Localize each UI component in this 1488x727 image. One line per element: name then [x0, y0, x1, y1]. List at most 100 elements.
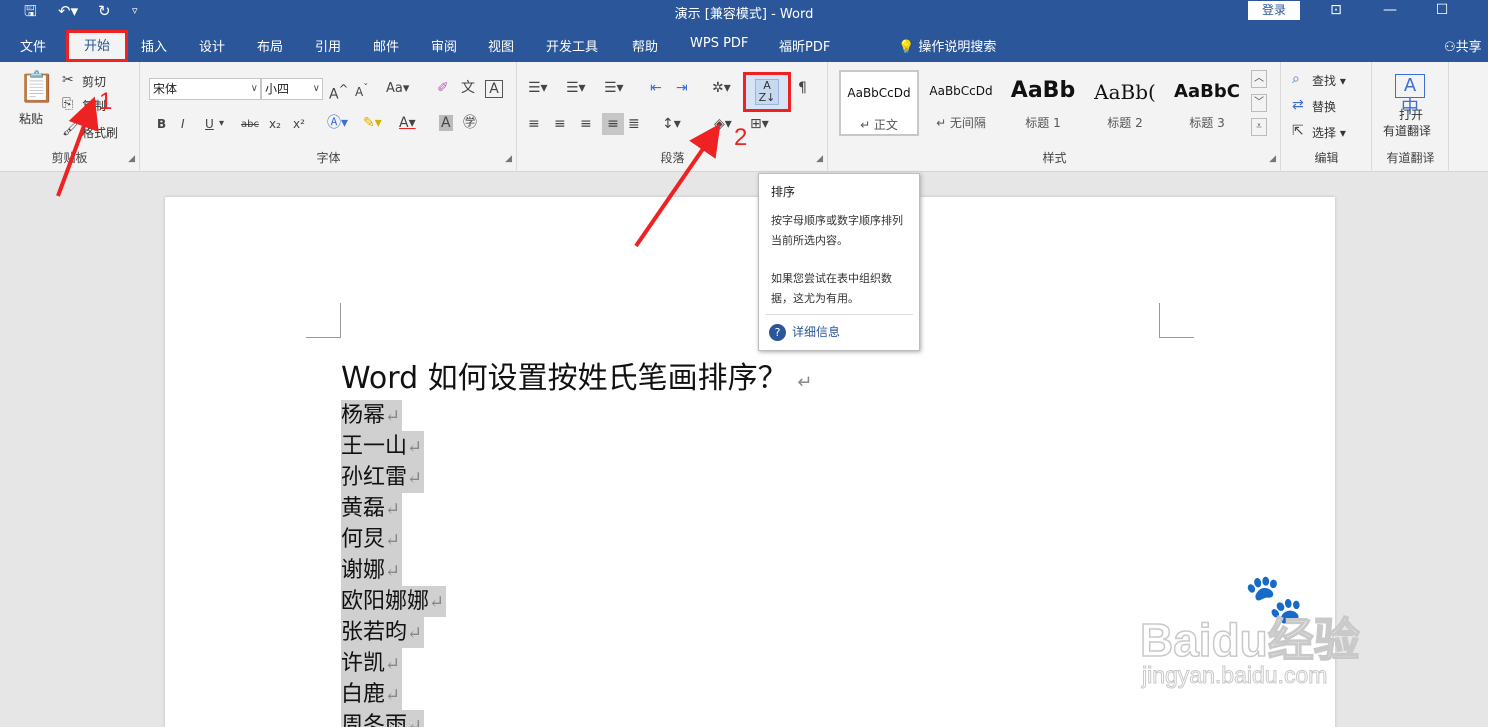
increase-indent-icon[interactable]: ⇥ — [676, 80, 688, 96]
enclose-characters-icon[interactable]: ㊫ — [463, 115, 477, 131]
document-heading[interactable]: Word 如何设置按姓氏笔画排序？ ↵ — [341, 353, 812, 397]
youdao-translate-text: 有道翻译 — [1383, 124, 1432, 138]
bold-icon[interactable]: B — [157, 116, 166, 132]
minimize-icon[interactable]: — — [1370, 0, 1410, 22]
person-icon: ⚇ — [1444, 40, 1456, 55]
ribbon-options-icon[interactable]: ⊡ — [1316, 0, 1356, 22]
strikethrough-icon[interactable]: abc — [241, 117, 259, 133]
tab-insert[interactable]: 插入 — [141, 36, 167, 55]
tab-foxit-pdf[interactable]: 福昕PDF — [779, 36, 830, 55]
decrease-indent-icon[interactable]: ⇤ — [650, 80, 662, 96]
font-label: 字体 — [316, 151, 341, 165]
numbering-icon[interactable]: ☰▾ — [566, 80, 586, 96]
borders-icon[interactable]: ⊞▾ — [750, 116, 769, 132]
text-effects-icon[interactable]: Ⓐ▾ — [327, 115, 348, 131]
style-no-spacing[interactable]: AaBbCcDd ↵ 无间隔 — [921, 70, 1001, 136]
chinese-layout-icon[interactable]: ✲▾ — [712, 80, 731, 96]
paste-icon[interactable]: 📋 — [18, 72, 55, 104]
change-case-icon[interactable]: Aa▾ — [386, 81, 409, 97]
align-left-icon[interactable]: ≡ — [528, 116, 540, 132]
replace-button[interactable]: 替换 — [1312, 98, 1336, 115]
scroll-down-icon[interactable]: ﹀ — [1251, 94, 1267, 112]
shrink-font-icon[interactable]: Aˇ — [355, 81, 368, 100]
style-normal[interactable]: AaBbCcDd ↵ 正文 — [839, 70, 919, 136]
format-painter-icon[interactable]: 🖌 — [62, 121, 80, 137]
dialog-launcher-icon[interactable]: ◢ — [128, 154, 135, 164]
list-item[interactable]: 张若昀↵ — [341, 617, 425, 648]
search-icon[interactable]: ⌕ — [1292, 71, 1300, 87]
list-item[interactable]: 杨幂↵ — [341, 400, 403, 431]
list-item[interactable]: 黄磊↵ — [341, 493, 403, 524]
style-heading-2[interactable]: AaBb( 标题 2 — [1085, 70, 1165, 136]
styles-label: 样式 — [1042, 151, 1067, 165]
scissors-icon[interactable]: ✂ — [62, 72, 74, 88]
copy-icon[interactable]: ⎘ — [62, 96, 73, 112]
tab-design[interactable]: 设计 — [199, 36, 225, 55]
scroll-up-icon[interactable]: ︿ — [1251, 70, 1267, 88]
list-item[interactable]: 白鹿↵ — [341, 679, 403, 710]
tab-review[interactable]: 审阅 — [431, 36, 457, 55]
shading-icon[interactable]: ◈▾ — [714, 116, 732, 132]
character-border-icon[interactable]: A — [485, 80, 503, 98]
select-button[interactable]: 选择 ▾ — [1312, 124, 1346, 141]
highlight-icon[interactable]: ✎▾ — [363, 115, 382, 131]
align-right-icon[interactable]: ≡ — [580, 116, 592, 132]
restore-icon[interactable]: ☐ — [1422, 0, 1462, 22]
list-item[interactable]: 王一山↵ — [341, 431, 425, 462]
cursor-icon[interactable]: ⇱ — [1292, 123, 1304, 139]
tell-me-search[interactable]: 💡 操作说明搜索 — [898, 36, 996, 55]
style-heading-3[interactable]: AaBbC 标题 3 — [1167, 70, 1247, 136]
tab-layout[interactable]: 布局 — [257, 36, 283, 55]
distributed-icon[interactable]: ≣ — [628, 116, 640, 132]
styles-group: AaBbCcDd ↵ 正文 AaBbCcDd ↵ 无间隔 AaBb 标题 1 A… — [829, 62, 1281, 170]
justify-icon[interactable]: ≡ — [602, 113, 624, 135]
tab-wps-pdf[interactable]: WPS PDF — [690, 36, 748, 51]
tooltip-more-info-link[interactable]: ? 详细信息 — [769, 323, 840, 341]
sort-button[interactable]: A Z↓ — [743, 72, 791, 112]
list-item[interactable]: 欧阳娜娜↵ — [341, 586, 447, 617]
tab-file[interactable]: 文件 — [20, 36, 46, 55]
bullets-icon[interactable]: ☰▾ — [528, 80, 548, 96]
list-item[interactable]: 谢娜↵ — [341, 555, 403, 586]
find-button[interactable]: 查找 ▾ — [1312, 72, 1346, 89]
format-painter-button[interactable]: 格式刷 — [82, 124, 118, 141]
more-styles-icon[interactable]: ⩡ — [1251, 118, 1267, 136]
chevron-down-icon[interactable]: ▾ — [219, 116, 224, 132]
phonetic-guide-icon[interactable]: 文 — [461, 80, 475, 96]
character-shading-icon[interactable]: A — [439, 115, 453, 131]
replace-icon[interactable]: ⇄ — [1292, 97, 1304, 113]
show-marks-icon[interactable]: ¶ — [798, 80, 807, 96]
font-color-icon[interactable]: A▾ — [399, 115, 416, 131]
tab-references[interactable]: 引用 — [315, 36, 341, 55]
align-center-icon[interactable]: ≡ — [554, 116, 566, 132]
subscript-icon[interactable]: x₂ — [269, 116, 281, 132]
youdao-group: A中 打开 有道翻译 有道翻译 — [1373, 62, 1449, 170]
paste-button[interactable]: 粘贴 — [19, 110, 43, 127]
open-translate-button[interactable]: 打开 — [1399, 106, 1423, 123]
dialog-launcher-icon[interactable]: ◢ — [1269, 154, 1276, 164]
underline-icon[interactable]: U — [205, 116, 214, 132]
dialog-launcher-icon[interactable]: ◢ — [505, 154, 512, 164]
style-heading-1[interactable]: AaBb 标题 1 — [1003, 70, 1083, 136]
superscript-icon[interactable]: x² — [293, 116, 305, 132]
tab-home[interactable]: 开始 — [66, 30, 128, 62]
tab-developer[interactable]: 开发工具 — [546, 36, 598, 55]
font-size-combo[interactable]: 小四 ∨ — [261, 78, 323, 100]
italic-icon[interactable]: I — [181, 116, 185, 132]
clear-formatting-icon[interactable]: ✐ — [437, 80, 449, 96]
multilevel-list-icon[interactable]: ☰▾ — [604, 80, 624, 96]
login-button[interactable]: 登录 — [1248, 1, 1300, 20]
list-item[interactable]: 许凯↵ — [341, 648, 403, 679]
font-name-combo[interactable]: 宋体 ∨ — [149, 78, 261, 100]
list-item[interactable]: 何炅↵ — [341, 524, 403, 555]
share-button[interactable]: ⚇共享 — [1444, 36, 1482, 55]
line-spacing-icon[interactable]: ↕▾ — [662, 116, 681, 132]
tab-view[interactable]: 视图 — [488, 36, 514, 55]
dialog-launcher-icon[interactable]: ◢ — [816, 154, 823, 164]
translate-icon[interactable]: A中 — [1395, 74, 1425, 118]
list-item[interactable]: 孙红雷↵ — [341, 462, 425, 493]
list-item[interactable]: 周冬雨↵ — [341, 710, 425, 727]
tab-mailings[interactable]: 邮件 — [373, 36, 399, 55]
grow-font-icon[interactable]: A^ — [329, 81, 348, 103]
tab-help[interactable]: 帮助 — [632, 36, 658, 55]
